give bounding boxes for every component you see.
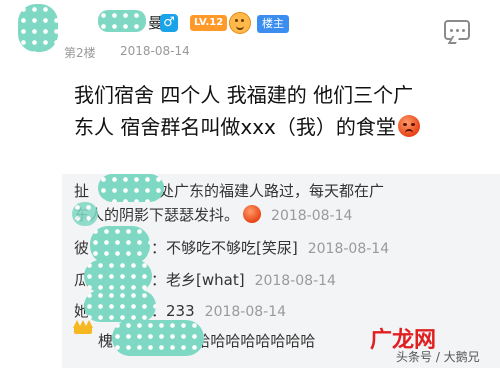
author-watermark: 头条号 / 大鹅兄 (396, 350, 480, 364)
floor-number: 第2楼 (64, 46, 96, 60)
male-gender-icon: ♂ (160, 14, 178, 32)
host-badge: 楼主 (257, 15, 289, 33)
reply-author-prefix[interactable]: 槐 (98, 332, 113, 350)
username-blur (98, 174, 164, 202)
reply-item-continued: 东人的阴影下瑟瑟发抖。2018-08-14 (74, 204, 352, 225)
reply-date: 2018-08-14 (204, 304, 287, 320)
angry-emoji-icon (397, 115, 420, 137)
post-header: 曼 ♂ LV.12 楼主 第2楼 2018-08-14 (0, 0, 500, 60)
avatar[interactable] (18, 4, 58, 52)
post-line: 东人 宿舍群名叫做xxx（我）的食堂 (74, 111, 474, 143)
comment-icon[interactable] (444, 20, 470, 40)
reply-text: 阴影下瑟瑟发抖。 (119, 206, 240, 224)
reply-author-prefix[interactable]: 扯 (74, 182, 89, 200)
level-badge: LV.12 (190, 15, 228, 31)
smile-badge-icon (229, 12, 251, 34)
reply-text: ：不够吃不够吃[笑尿] (151, 239, 298, 257)
reply-text: ：老乡[what] (151, 271, 245, 289)
username-blur (98, 10, 146, 32)
reply-text: ：身处广东的福建人路过，每天都在广 (129, 182, 385, 200)
crown-icon (73, 320, 93, 334)
reply-author-prefix[interactable]: 彼 (74, 239, 89, 257)
reply-date: 2018-08-14 (254, 273, 336, 289)
post-line-text: 东人 宿舍群名叫做xxx（我）的食堂 (74, 115, 396, 139)
reply-date: 2018-08-14 (307, 241, 390, 257)
post-line: 我们宿舍 四个人 我福建的 他们三个广 (74, 83, 414, 107)
reply-text: ：233 (151, 302, 195, 320)
username-blur (84, 260, 152, 292)
username-blur (72, 202, 98, 226)
post-date: 2018-08-14 (120, 44, 190, 58)
username-blur (84, 290, 156, 322)
username-blur (112, 320, 204, 356)
username-blur (90, 226, 150, 264)
reply-date: 2018-08-14 (271, 208, 353, 224)
post-content: 我们宿舍 四个人 我福建的 他们三个广 东人 宿舍群名叫做xxx（我）的食堂 (74, 79, 474, 143)
angry-emoji-icon (243, 205, 262, 223)
